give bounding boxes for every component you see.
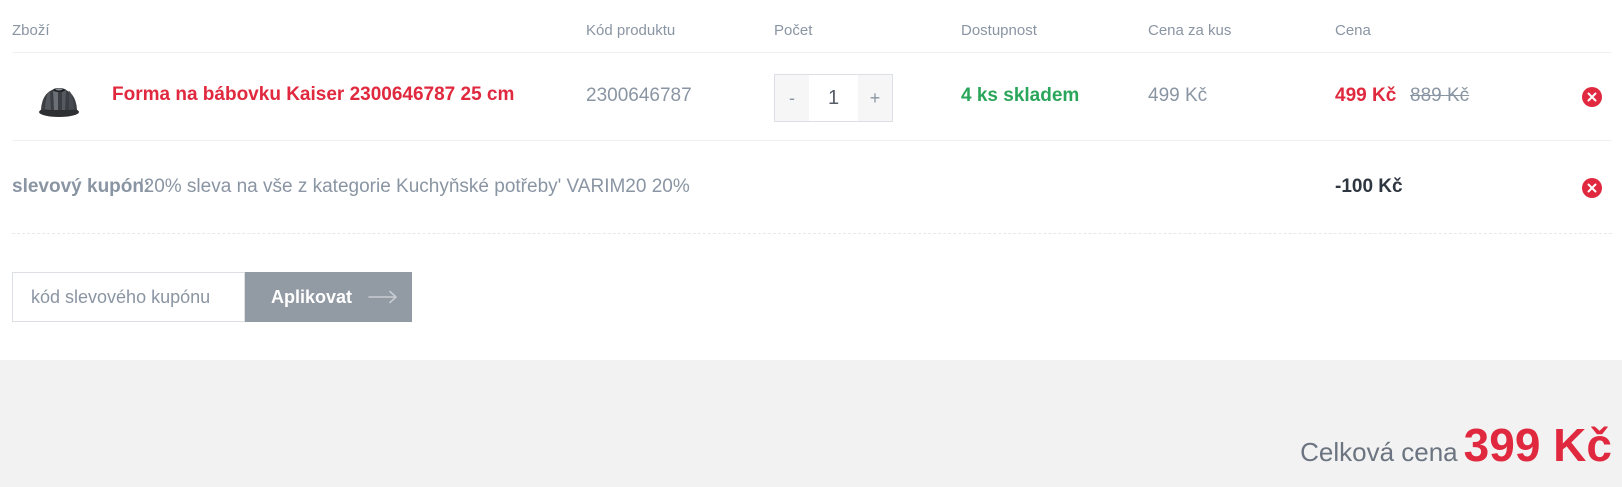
quantity-increase-button[interactable]: + xyxy=(858,75,892,121)
close-circle-icon xyxy=(1587,92,1597,102)
bundt-pan-image[interactable] xyxy=(36,76,82,122)
total-price-value: 399 Kč xyxy=(1463,419,1612,471)
coupon-code-input[interactable] xyxy=(12,272,245,322)
original-price: 889 Kč xyxy=(1410,85,1470,106)
row-divider xyxy=(12,233,1612,234)
quantity-decrease-button[interactable]: - xyxy=(775,75,809,121)
row-divider xyxy=(12,140,1612,141)
product-code: 2300646787 xyxy=(586,85,692,106)
unit-price: 499 Kč xyxy=(1148,85,1208,106)
cart-table: Zboží Kód produktu Počet Dostupnost Cena… xyxy=(12,0,1612,360)
remove-item-button[interactable] xyxy=(1582,87,1602,107)
column-header-unit-price: Cena za kus xyxy=(1148,22,1232,39)
coupon-description: '20% sleva na vše z kategorie Kuchyňské … xyxy=(140,176,690,197)
item-price: 499 Kč xyxy=(1335,85,1397,106)
total-price: Celková cena 399 Kč xyxy=(1300,418,1612,472)
column-header-price: Cena xyxy=(1335,22,1371,39)
remove-coupon-button[interactable] xyxy=(1582,178,1602,198)
column-header-item: Zboží xyxy=(12,22,50,39)
column-header-code: Kód produktu xyxy=(586,22,676,39)
quantity-value[interactable]: 1 xyxy=(809,75,858,121)
availability-status: 4 ks skladem xyxy=(961,85,1080,106)
apply-coupon-button[interactable]: Aplikovat xyxy=(245,272,412,322)
arrow-right-icon xyxy=(368,290,397,304)
product-name-link[interactable]: Forma na bábovku Kaiser 2300646787 25 cm xyxy=(112,84,514,106)
total-price-label: Celková cena xyxy=(1300,437,1458,467)
column-header-availability: Dostupnost xyxy=(961,22,1037,39)
cart-summary: Celková cena 399 Kč xyxy=(0,360,1622,487)
apply-coupon-label: Aplikovat xyxy=(271,286,353,307)
quantity-stepper: - 1 + xyxy=(774,74,893,122)
close-circle-icon xyxy=(1587,183,1597,193)
column-header-count: Počet xyxy=(774,22,813,39)
coupon-label: slevový kupón: xyxy=(12,176,151,197)
coupon-discount: -100 Kč xyxy=(1335,176,1403,197)
header-divider xyxy=(12,52,1612,53)
